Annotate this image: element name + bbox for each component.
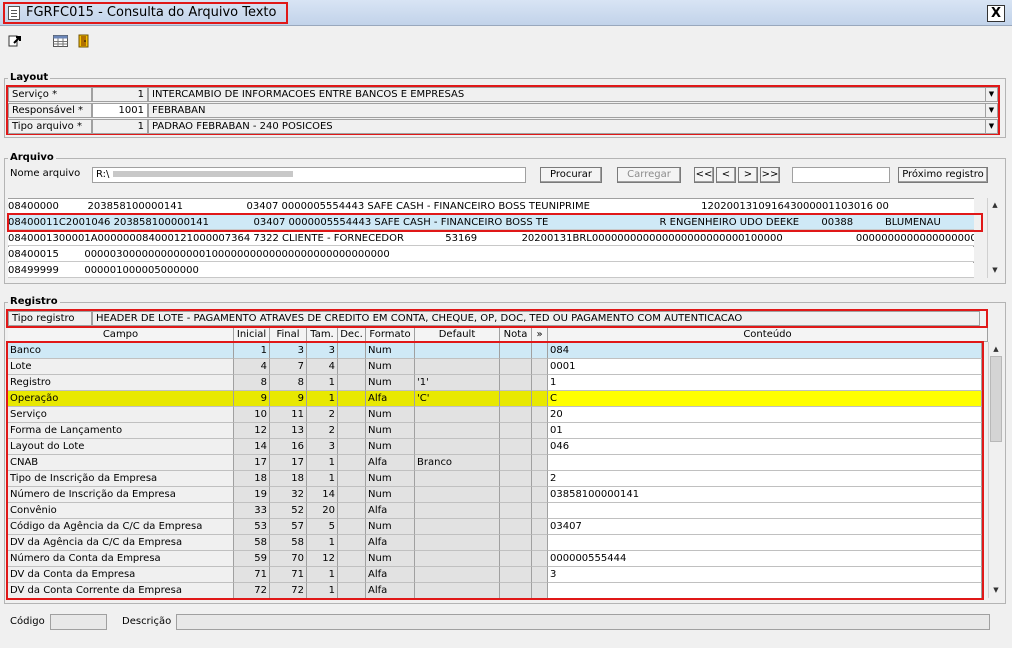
carregar-button[interactable]: Carregar (617, 167, 681, 183)
col-dec[interactable]: Dec. (338, 328, 366, 342)
responsavel-value: FEBRABAN (152, 105, 206, 116)
window-title: FGRFC015 - Consulta do Arquivo Texto (26, 5, 277, 20)
grid-scrollbar[interactable]: ▲ ▼ (988, 342, 1002, 598)
tipo-arquivo-value: PADRAO FEBRABAN - 240 POSICOES (152, 121, 333, 132)
search-record-input[interactable] (792, 167, 890, 183)
scroll-up-icon[interactable]: ▲ (989, 199, 1001, 211)
next-record-button[interactable]: > (738, 167, 758, 183)
nome-arquivo-value: R:\ (96, 169, 110, 180)
export-icon[interactable] (8, 34, 22, 48)
redacted-path (112, 171, 293, 177)
first-record-button[interactable]: << (694, 167, 714, 183)
chevron-down-icon[interactable]: ▼ (985, 120, 997, 133)
responsavel-label: Responsável * (8, 103, 92, 118)
servico-code[interactable]: 1 (92, 87, 148, 102)
close-button[interactable]: X (987, 5, 1005, 22)
nome-arquivo-label: Nome arquivo (10, 168, 81, 179)
responsavel-code[interactable]: 1001 (92, 103, 148, 118)
col-expand[interactable]: » (532, 328, 548, 342)
col-tam[interactable]: Tam. (307, 328, 338, 342)
col-nota[interactable]: Nota (500, 328, 532, 342)
exit-door-icon[interactable] (77, 34, 91, 48)
servico-select[interactable]: INTERCAMBIO DE INFORMACOES ENTRE BANCOS … (148, 87, 998, 102)
list-item[interactable]: 08400000 203858100000141 03407 000000555… (8, 199, 974, 214)
col-campo[interactable]: Campo (8, 328, 234, 342)
list-item[interactable]: 08499999 000001000005000000 (8, 263, 974, 278)
registro-group-title: Registro (8, 296, 60, 307)
descricao-label: Descrição (122, 616, 172, 627)
chevron-down-icon[interactable]: ▼ (985, 104, 997, 117)
tipo-registro-highlight (6, 309, 988, 328)
proximo-registro-button[interactable]: Próximo registro (898, 167, 988, 183)
list-item[interactable]: 08400015 0000030000000000000100000000000… (8, 247, 974, 262)
tipo-arquivo-label: Tipo arquivo * (8, 119, 92, 134)
scroll-down-icon[interactable]: ▼ (990, 584, 1002, 596)
col-default[interactable]: Default (415, 328, 500, 342)
document-icon (8, 6, 20, 20)
scroll-thumb[interactable] (990, 356, 1002, 442)
procurar-button[interactable]: Procurar (540, 167, 602, 183)
grid-icon[interactable] (53, 34, 68, 48)
last-record-button[interactable]: >> (760, 167, 780, 183)
chevron-down-icon[interactable]: ▼ (985, 88, 997, 101)
tipo-arquivo-code[interactable]: 1 (92, 119, 148, 134)
list-item[interactable]: 0840001300001A000000084000121000007364 7… (8, 231, 974, 246)
layout-group-title: Layout (8, 72, 51, 83)
servico-label: Serviço * (8, 87, 92, 102)
scroll-up-icon[interactable]: ▲ (990, 343, 1002, 355)
scroll-down-icon[interactable]: ▼ (989, 264, 1001, 276)
grid-highlight (6, 341, 984, 600)
responsavel-select[interactable]: FEBRABAN ▼ (148, 103, 998, 118)
arquivo-scrollbar[interactable]: ▲ ▼ (987, 198, 1001, 278)
servico-value: INTERCAMBIO DE INFORMACOES ENTRE BANCOS … (152, 89, 465, 100)
layout-fields: Serviço * 1 INTERCAMBIO DE INFORMACOES E… (8, 87, 998, 134)
selected-line-highlight (7, 213, 983, 232)
col-inicial[interactable]: Inicial (234, 328, 270, 342)
col-formato[interactable]: Formato (366, 328, 415, 342)
previous-record-button[interactable]: < (716, 167, 736, 183)
codigo-label: Código (10, 616, 45, 627)
tipo-arquivo-select[interactable]: PADRAO FEBRABAN - 240 POSICOES ▼ (148, 119, 998, 134)
nome-arquivo-input[interactable]: R:\ (92, 167, 526, 183)
col-conteudo[interactable]: Conteúdo (548, 328, 988, 342)
descricao-field (176, 614, 990, 630)
col-final[interactable]: Final (270, 328, 307, 342)
codigo-field (50, 614, 107, 630)
arquivo-group-title: Arquivo (8, 152, 56, 163)
